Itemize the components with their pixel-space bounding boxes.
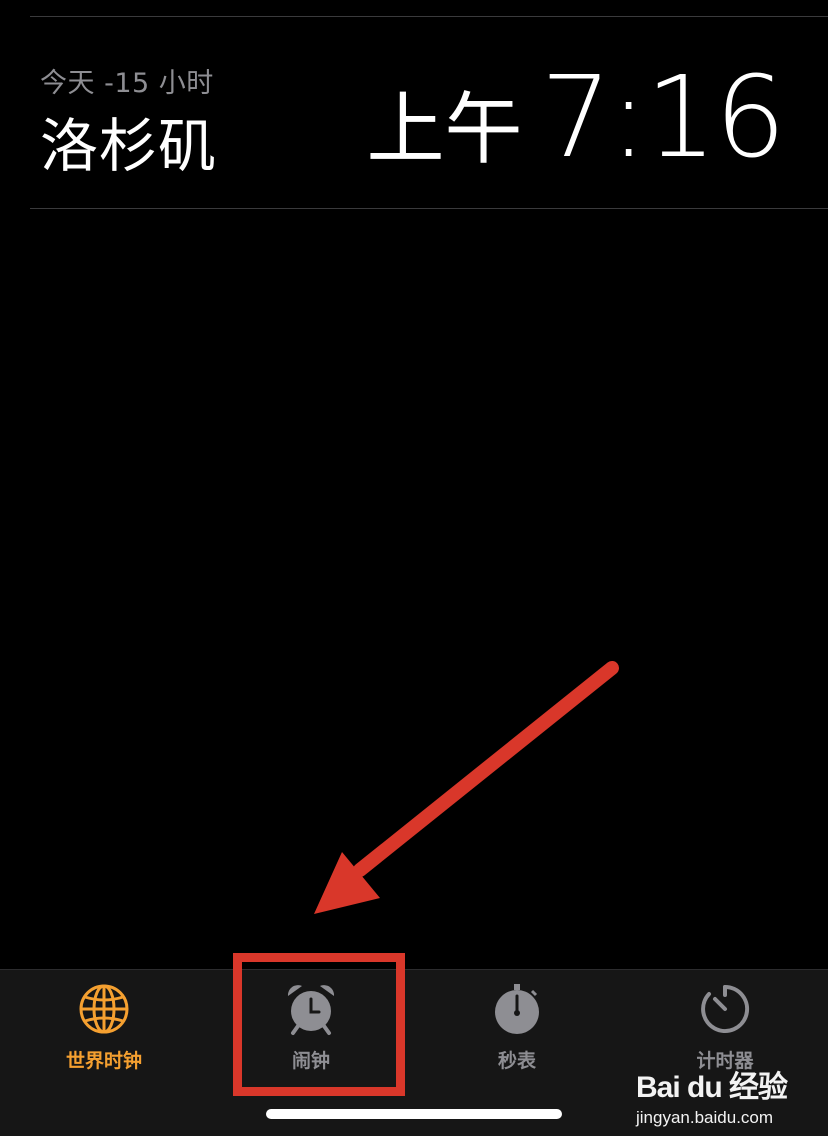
tab-world-clock[interactable]: 世界时钟: [34, 982, 174, 1072]
home-indicator[interactable]: [266, 1109, 562, 1119]
tab-stopwatch[interactable]: 秒表: [447, 982, 587, 1072]
city-name: 洛杉矶: [40, 112, 218, 180]
watermark: Bai du 经验 jingyan.baidu.com: [636, 1062, 816, 1127]
stopwatch-icon: [495, 984, 539, 1034]
tab-world-clock-label: 世界时钟: [65, 1050, 142, 1072]
row-divider-bottom: [30, 208, 828, 209]
time-offset-label: 今天 -15 小时: [40, 68, 214, 99]
globe-icon: [79, 984, 129, 1034]
timer-icon: [701, 984, 750, 1033]
local-time: 上午 7:16: [366, 53, 786, 183]
tab-stopwatch-label: 秒表: [497, 1050, 536, 1072]
time-value: 7:16: [540, 53, 786, 183]
watermark-url: jingyan.baidu.com: [636, 1108, 774, 1127]
watermark-logo: Bai du 经验: [636, 1071, 788, 1104]
clock-app-screen: 今天 -15 小时 洛杉矶 上午 7:16 世界时钟 闹钟 秒表 计时器 Bai…: [0, 0, 828, 1136]
tab-timer[interactable]: 计时器: [655, 982, 795, 1072]
annotation-highlight-box: [233, 953, 405, 1096]
ampm-label: 上午: [366, 85, 523, 175]
world-clock-row[interactable]: 今天 -15 小时 洛杉矶 上午 7:16: [0, 17, 828, 208]
